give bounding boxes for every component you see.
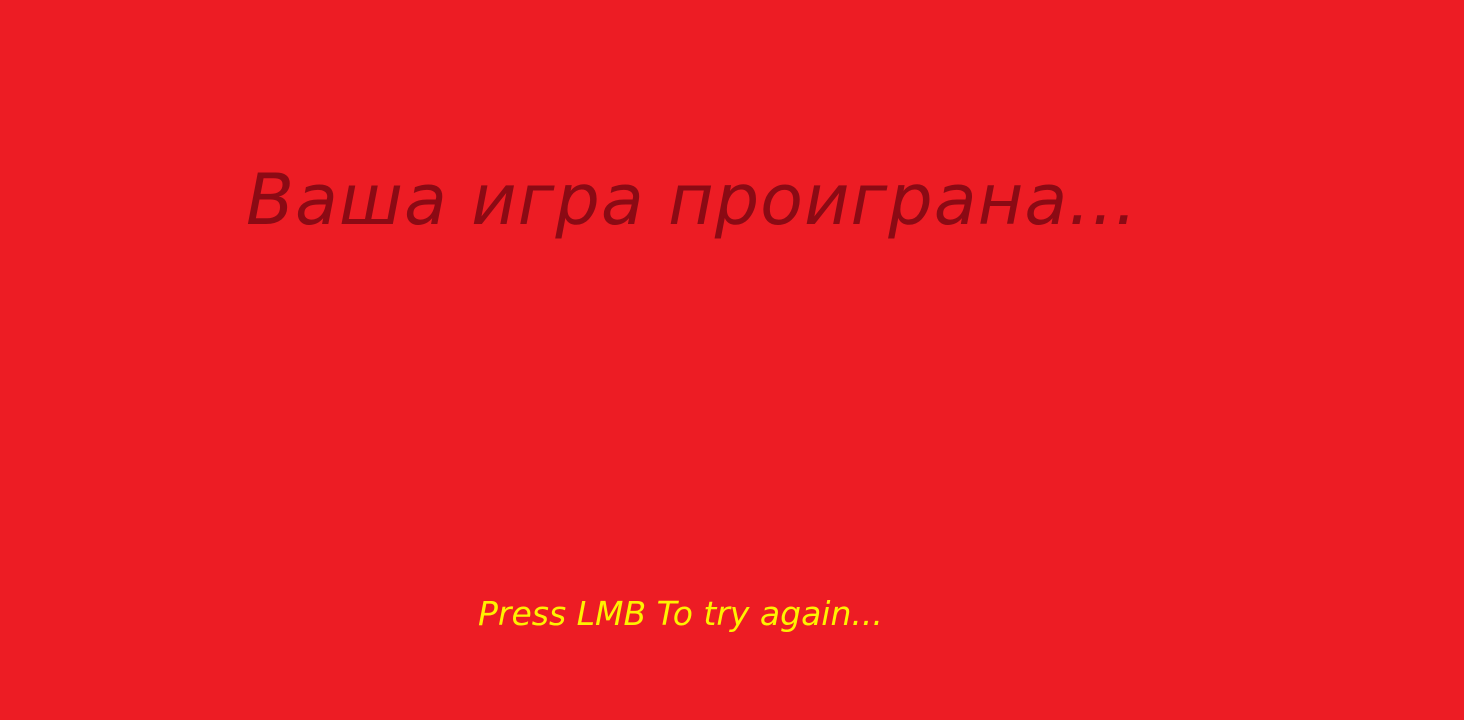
game-over-title: Ваша игра проиграна... [246, 159, 1139, 241]
game-over-screen[interactable]: Ваша игра проиграна... Press LMB To try … [0, 0, 1464, 720]
retry-prompt: Press LMB To try again... [478, 594, 883, 633]
